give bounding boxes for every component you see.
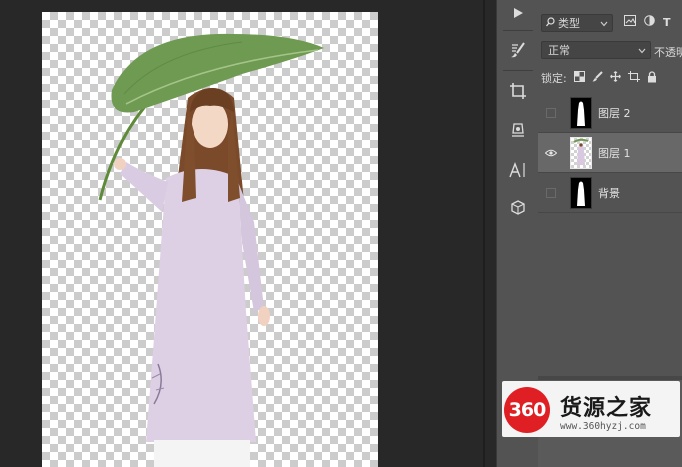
layer-thumbnail (570, 96, 592, 129)
layer-row-layer-2[interactable]: 图层 2 (538, 93, 682, 133)
layer-row-background[interactable]: 背景 (538, 173, 682, 213)
layer-thumbnail (570, 176, 592, 209)
canvas-edge-strip (483, 0, 485, 467)
3d-object-icon[interactable] (503, 117, 533, 143)
watermark-logo: 360 货源之家 www.360hyzj.com (502, 381, 680, 437)
watermark-url: www.360hyzj.com (560, 421, 646, 432)
crop-icon[interactable] (503, 78, 533, 104)
layer-name: 背景 (598, 186, 620, 200)
watermark-name: 货源之家 (560, 396, 653, 421)
3d-cube-icon[interactable] (503, 195, 533, 221)
layer-filter-icons: T (624, 15, 671, 29)
adjustment-filter-icon[interactable] (644, 15, 655, 29)
lock-transparent-icon[interactable] (573, 71, 585, 85)
woman-with-leaf-image (98, 33, 324, 467)
tool-divider (503, 30, 533, 31)
visibility-toggle[interactable] (542, 173, 560, 213)
document-canvas[interactable] (42, 12, 378, 467)
tool-divider (503, 70, 533, 71)
lock-row: 锁定: (541, 70, 657, 86)
chevron-down-icon (638, 44, 646, 57)
visibility-toggle[interactable] (542, 93, 560, 133)
lock-pixels-brush-icon[interactable] (592, 71, 603, 85)
play-icon[interactable] (503, 0, 533, 26)
type-filter-icon[interactable]: T (663, 16, 671, 29)
blend-mode-value: 正常 (548, 44, 570, 57)
canvas-area[interactable] (0, 0, 483, 467)
eye-icon[interactable] (542, 133, 560, 173)
opacity-label: 不透明 (654, 46, 682, 59)
lock-label: 锁定: (541, 72, 567, 85)
lock-all-icon[interactable] (647, 70, 657, 86)
kind-filter-dropdown[interactable]: 类型 (541, 14, 613, 32)
layer-row-layer-1[interactable]: 图层 1 (538, 133, 682, 173)
image-filter-icon[interactable] (624, 15, 636, 29)
lock-artboard-icon[interactable] (627, 71, 640, 85)
chevron-down-icon (600, 17, 608, 30)
lock-position-move-icon[interactable] (609, 71, 621, 85)
layer-thumbnail (570, 136, 592, 169)
layer-name: 图层 2 (598, 106, 631, 120)
search-icon (546, 16, 555, 30)
kind-filter-label: 类型 (558, 17, 580, 30)
watermark-badge: 360 (504, 387, 550, 433)
brush-settings-icon[interactable] (503, 37, 533, 63)
blend-mode-dropdown[interactable]: 正常 (541, 41, 651, 59)
layer-name: 图层 1 (598, 146, 631, 160)
layers-list: 图层 2 图层 1 背景 (538, 93, 682, 213)
type-icon[interactable] (503, 157, 533, 183)
